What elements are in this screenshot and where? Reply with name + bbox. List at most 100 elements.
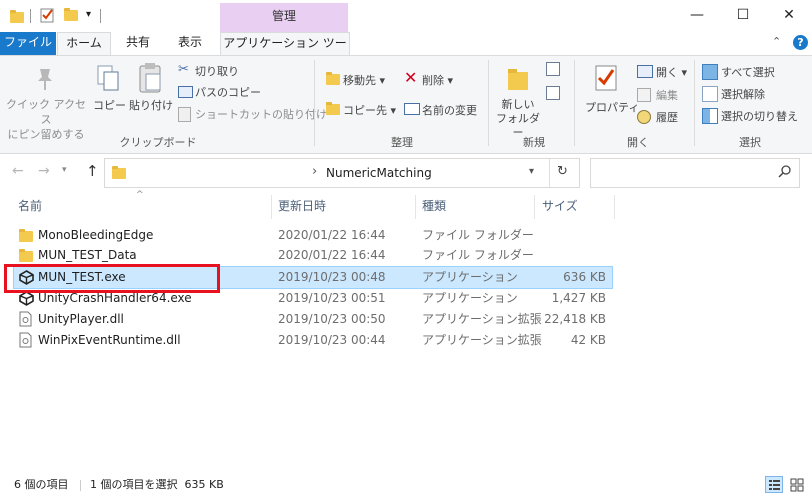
close-button[interactable]: ✕ <box>766 0 812 30</box>
select-none-icon <box>702 86 718 102</box>
back-arrow-icon[interactable]: ← <box>12 163 24 179</box>
copy-icon <box>96 64 120 95</box>
cut-icon: ✂ <box>178 62 189 77</box>
qat-separator <box>30 9 31 23</box>
file-type: ファイル フォルダー <box>422 248 534 262</box>
file-type: ファイル フォルダー <box>422 228 534 242</box>
group-separator <box>574 60 575 146</box>
tab-view[interactable]: 表示 <box>166 32 214 55</box>
file-name: MUN_TEST_Data <box>38 248 137 262</box>
file-type: アプリケーション拡張 <box>422 333 542 347</box>
copy-path-button[interactable]: パスのコピー <box>195 84 261 100</box>
copy-path-icon <box>178 86 193 98</box>
address-bar: ← → ▾ ↑ › NumericMatching ▾ ↻ <box>0 156 812 190</box>
highlight-box <box>4 264 220 293</box>
pin-quick-access-button[interactable]: クイック アクセス にピン留めする <box>6 97 86 142</box>
help-icon[interactable]: ? <box>793 35 808 50</box>
forward-arrow-icon[interactable]: → <box>38 163 50 179</box>
customize-qat-icon[interactable]: ▾ <box>86 9 91 20</box>
invert-selection-button[interactable]: 選択の切り替え <box>721 108 798 124</box>
column-header-size[interactable]: サイズ <box>542 192 578 220</box>
file-date: 2019/10/23 00:51 <box>278 291 386 305</box>
file-name: WinPixEventRuntime.dll <box>38 333 181 347</box>
status-divider <box>80 480 81 491</box>
title-bar: ▾ 管理 — ☐ ✕ <box>0 0 812 32</box>
file-size: 22,418 KB <box>544 312 606 326</box>
address-field[interactable]: › NumericMatching ▾ ↻ <box>104 158 580 188</box>
edit-button[interactable]: 編集 <box>656 87 678 103</box>
move-to-button[interactable]: 移動先 ▾ <box>343 72 385 88</box>
tab-home[interactable]: ホーム <box>57 32 111 56</box>
column-divider[interactable] <box>415 195 416 219</box>
refresh-icon[interactable]: ↻ <box>557 164 568 179</box>
select-all-icon <box>702 64 718 80</box>
minimize-button[interactable]: — <box>674 0 720 30</box>
copy-button[interactable]: コピー <box>93 97 126 113</box>
group-label-new: 新規 <box>523 136 545 149</box>
column-header-name[interactable]: 名前 <box>18 192 42 220</box>
select-all-button[interactable]: すべて選択 <box>721 64 775 80</box>
rename-icon <box>404 103 420 115</box>
paste-button[interactable]: 貼り付け <box>129 97 173 113</box>
file-name: MonoBleedingEdge <box>38 228 154 242</box>
group-separator <box>488 60 489 146</box>
collapse-ribbon-icon[interactable]: ⌃ <box>772 35 781 48</box>
search-icon <box>778 165 791 181</box>
paste-shortcut-button[interactable]: ショートカットの貼り付け <box>195 106 327 122</box>
table-row[interactable]: WinPixEventRuntime.dll 2019/10/23 00:44 … <box>14 330 612 351</box>
search-input[interactable] <box>590 158 800 188</box>
status-bar: 6 個の項目 1 個の項目を選択 635 KB <box>0 474 812 496</box>
file-size: 1,427 KB <box>551 291 606 305</box>
contextual-tab-group: 管理 <box>220 3 348 32</box>
selection-info: 1 個の項目を選択 635 KB <box>90 478 224 491</box>
breadcrumb-item[interactable]: NumericMatching <box>326 166 432 180</box>
table-row[interactable]: UnityPlayer.dll 2019/10/23 00:50 アプリケーショ… <box>14 309 612 330</box>
delete-button[interactable]: 削除 ▾ <box>422 72 453 88</box>
details-view-icon[interactable] <box>765 476 783 493</box>
group-label-clipboard: クリップボード <box>119 136 197 149</box>
group-separator <box>314 60 315 146</box>
properties-icon[interactable] <box>40 7 54 26</box>
address-dropdown-icon[interactable]: ▾ <box>529 166 534 177</box>
file-date: 2019/10/23 00:48 <box>278 270 386 284</box>
properties-button[interactable]: プロパティ <box>585 99 639 115</box>
column-divider[interactable] <box>271 195 272 219</box>
ribbon: クイック アクセス にピン留めする コピー 貼り付け ✂ 切り取り パスのコピー… <box>0 55 812 154</box>
easy-access-icon <box>546 86 560 100</box>
new-folder-large-icon <box>506 66 530 95</box>
sort-indicator-icon: ^ <box>136 190 144 200</box>
ribbon-tabs: ファイル ホーム 共有 表示 アプリケーション ツール ⌃ ? <box>0 32 812 71</box>
maximize-button[interactable]: ☐ <box>720 0 766 30</box>
qat-separator <box>100 9 101 23</box>
group-label-organize: 整理 <box>391 136 413 149</box>
cut-button[interactable]: 切り取り <box>195 63 239 79</box>
file-type: アプリケーション <box>422 270 518 284</box>
tab-share[interactable]: 共有 <box>114 32 162 55</box>
group-separator <box>694 60 695 146</box>
file-type: アプリケーション <box>422 291 518 305</box>
column-divider[interactable] <box>614 195 615 219</box>
open-button[interactable]: 開く ▾ <box>656 64 687 80</box>
copy-to-label: コピー先 <box>343 104 387 117</box>
history-button[interactable]: 履歴 <box>656 109 678 125</box>
column-header-date[interactable]: 更新日時 <box>278 192 326 220</box>
column-divider[interactable] <box>534 195 535 219</box>
up-arrow-icon[interactable]: ↑ <box>86 162 99 180</box>
select-none-button[interactable]: 選択解除 <box>721 86 765 102</box>
table-row[interactable]: MonoBleedingEdge 2020/01/22 16:44 ファイル フ… <box>14 225 612 246</box>
file-type: アプリケーション拡張 <box>422 312 542 326</box>
pin-icon <box>34 66 56 95</box>
copy-to-button[interactable]: コピー先 ▾ <box>343 102 396 118</box>
tab-app-tools[interactable]: アプリケーション ツール <box>220 32 350 71</box>
tab-file[interactable]: ファイル <box>0 32 56 55</box>
delete-label: 削除 <box>422 74 444 87</box>
address-divider <box>549 159 550 187</box>
column-header-type[interactable]: 種類 <box>422 192 446 220</box>
table-row[interactable]: MUN_TEST_Data 2020/01/22 16:44 ファイル フォルダ… <box>14 245 612 266</box>
file-date: 2020/01/22 16:44 <box>278 248 386 262</box>
large-icons-view-icon[interactable] <box>788 476 806 493</box>
recent-locations-icon[interactable]: ▾ <box>62 165 67 175</box>
rename-button[interactable]: 名前の変更 <box>422 102 477 118</box>
invert-selection-icon <box>702 108 718 124</box>
file-size: 636 KB <box>563 270 606 284</box>
